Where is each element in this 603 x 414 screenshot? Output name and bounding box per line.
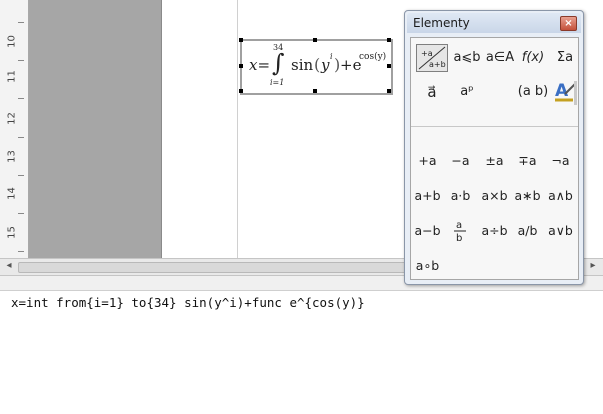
panel-separator <box>411 126 578 127</box>
operator-not-a[interactable]: ¬a <box>544 148 577 174</box>
formula-lower-limit: i=1 <box>270 78 285 87</box>
command-window[interactable]: x=int from{i=1} to{34} sin(y^i)+func e^{… <box>0 291 603 414</box>
category-others-button[interactable]: aᵖ <box>451 78 483 106</box>
operator-a-and-b[interactable]: a∧b <box>544 183 577 209</box>
close-icon[interactable]: × <box>560 16 577 31</box>
svg-text:+a: +a <box>421 49 433 58</box>
operator-a-minus-b[interactable]: a−b <box>411 218 444 244</box>
svg-text:a: a <box>456 220 462 231</box>
vertical-ruler: 10 11 12 13 14 15 <box>0 0 29 258</box>
category-operators-button[interactable]: Σa <box>549 44 581 72</box>
resize-handle[interactable] <box>387 64 391 68</box>
operator-plus-a[interactable]: +a <box>411 148 444 174</box>
integral-sign: ∫ <box>272 49 285 77</box>
formula-base: y <box>321 56 330 74</box>
resize-handle[interactable] <box>313 89 317 93</box>
formula-open-paren: ( <box>314 55 321 74</box>
scroll-right-icon[interactable]: ▸ <box>586 260 600 271</box>
category-brackets-button[interactable]: (a b) <box>517 78 549 106</box>
ruler-number: 13 <box>6 150 18 163</box>
ruler-number: 15 <box>6 226 18 239</box>
ruler-number: 14 <box>6 187 18 200</box>
elements-panel[interactable]: Elementy × +a a+b a⩽b a∈A f(x) Σa a⃗ aᵖ … <box>404 10 584 285</box>
operator-a-div-b[interactable]: a÷b <box>478 218 511 244</box>
resize-handle[interactable] <box>387 38 391 42</box>
formula-lhs: x= <box>249 56 271 74</box>
svg-text:a+b: a+b <box>429 60 446 69</box>
document-margin <box>29 0 162 258</box>
operator-a-times-b[interactable]: a×b <box>478 183 511 209</box>
operator-a-plus-b[interactable]: a+b <box>411 183 444 209</box>
ruler-number: 10 <box>6 35 18 48</box>
operator-a-or-b[interactable]: a∨b <box>544 218 577 244</box>
category-unary-binary-button[interactable]: +a a+b <box>416 44 448 72</box>
operator-plus-minus-a[interactable]: ±a <box>478 148 511 174</box>
category-functions-button[interactable]: f(x) <box>517 44 549 72</box>
panel-title: Elementy <box>413 16 470 30</box>
scroll-left-icon[interactable]: ◂ <box>2 260 16 271</box>
resize-handle[interactable] <box>239 64 243 68</box>
ruler-number: 12 <box>6 112 18 125</box>
category-attributes-button[interactable]: a⃗ <box>416 78 448 106</box>
panel-body: +a a+b a⩽b a∈A f(x) Σa a⃗ aᵖ (a b) A +a <box>410 37 579 280</box>
resize-handle[interactable] <box>313 38 317 42</box>
operator-fraction[interactable]: a b <box>444 218 477 244</box>
resize-handle[interactable] <box>239 89 243 93</box>
formula-command-text[interactable]: x=int from{i=1} to{34} sin(y^i)+func e^{… <box>11 295 365 310</box>
formula-object[interactable]: x= 34 ∫ i=1 sin ( y i ) +e cos(y) <box>239 38 393 95</box>
operator-a-ast-b[interactable]: a∗b <box>511 183 544 209</box>
category-relations-button[interactable]: a⩽b <box>451 44 483 72</box>
formula-exponent: i <box>330 52 333 61</box>
formula-e-exponent: cos(y) <box>359 52 387 62</box>
category-selector: +a a+b a⩽b a∈A f(x) Σa a⃗ aᵖ (a b) A <box>411 38 578 124</box>
panel-scrollbar[interactable] <box>574 81 577 105</box>
resize-handle[interactable] <box>239 38 243 42</box>
svg-text:b: b <box>456 233 462 244</box>
page-boundary-line <box>237 0 238 258</box>
operator-a-cdot-b[interactable]: a⋅b <box>444 183 477 209</box>
operator-minus-a[interactable]: −a <box>444 148 477 174</box>
category-set-operations-button[interactable]: a∈A <box>484 44 516 72</box>
operator-a-slash-b[interactable]: a/b <box>511 218 544 244</box>
operator-minus-plus-a[interactable]: ∓a <box>511 148 544 174</box>
ruler-number: 11 <box>6 70 18 83</box>
resize-handle[interactable] <box>387 89 391 93</box>
panel-title-bar[interactable]: Elementy × <box>407 13 581 33</box>
formula-sin: sin <box>291 56 314 74</box>
operator-a-circ-b[interactable]: a∘b <box>411 253 444 279</box>
